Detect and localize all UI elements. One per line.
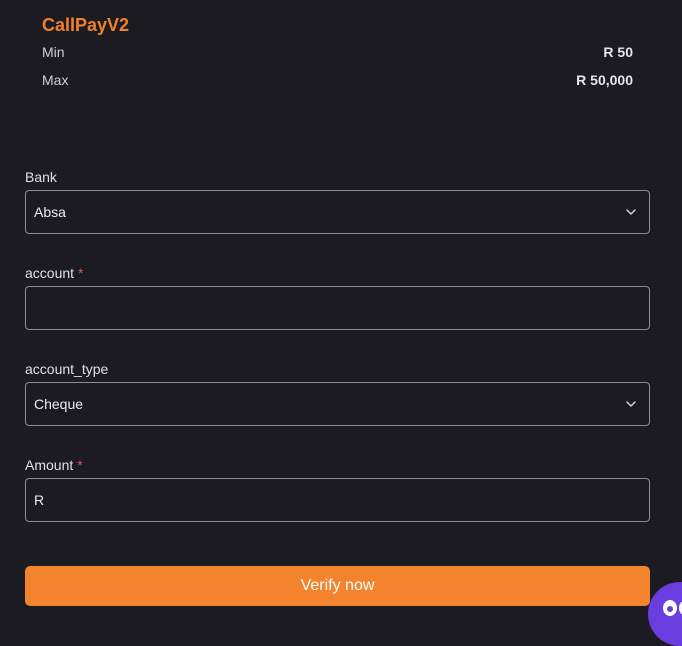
account-type-selected-value: Cheque	[34, 396, 84, 412]
bank-selected-value: Absa	[34, 204, 66, 220]
account-type-label: account_type	[25, 361, 109, 377]
amount-label: Amount	[25, 457, 74, 473]
required-asterisk: *	[78, 265, 84, 281]
required-asterisk: *	[77, 457, 83, 473]
amount-field: Amount * R	[25, 456, 650, 522]
account-field: account *	[25, 264, 650, 330]
account-type-field: account_type Cheque	[25, 360, 650, 426]
account-type-select[interactable]: Cheque	[25, 382, 650, 426]
chat-bot-icon	[663, 600, 682, 616]
chevron-down-icon	[626, 401, 636, 407]
max-value: R 50,000	[576, 72, 633, 88]
amount-label-wrap: Amount *	[25, 456, 650, 474]
bank-select[interactable]: Absa	[25, 190, 650, 234]
chevron-down-icon	[626, 209, 636, 215]
account-input[interactable]	[25, 286, 650, 330]
provider-name: CallPayV2	[42, 15, 130, 35]
min-value: R 50	[603, 44, 633, 60]
account-label: account	[25, 265, 75, 281]
payment-limits-summary: CallPayV2 Min R 50 Max R 50,000	[42, 12, 633, 94]
bank-label: Bank	[25, 169, 57, 185]
amount-value: R	[34, 492, 45, 508]
verify-now-button[interactable]: Verify now	[25, 566, 650, 606]
bank-field: Bank Absa	[25, 168, 650, 234]
max-limit-row: Max R 50,000	[42, 66, 633, 94]
min-limit-row: Min R 50	[42, 38, 633, 66]
amount-input[interactable]: R	[25, 478, 650, 522]
max-label: Max	[42, 72, 69, 88]
chat-widget-button[interactable]	[648, 582, 682, 646]
account-label-wrap: account *	[25, 264, 650, 282]
min-label: Min	[42, 44, 65, 60]
